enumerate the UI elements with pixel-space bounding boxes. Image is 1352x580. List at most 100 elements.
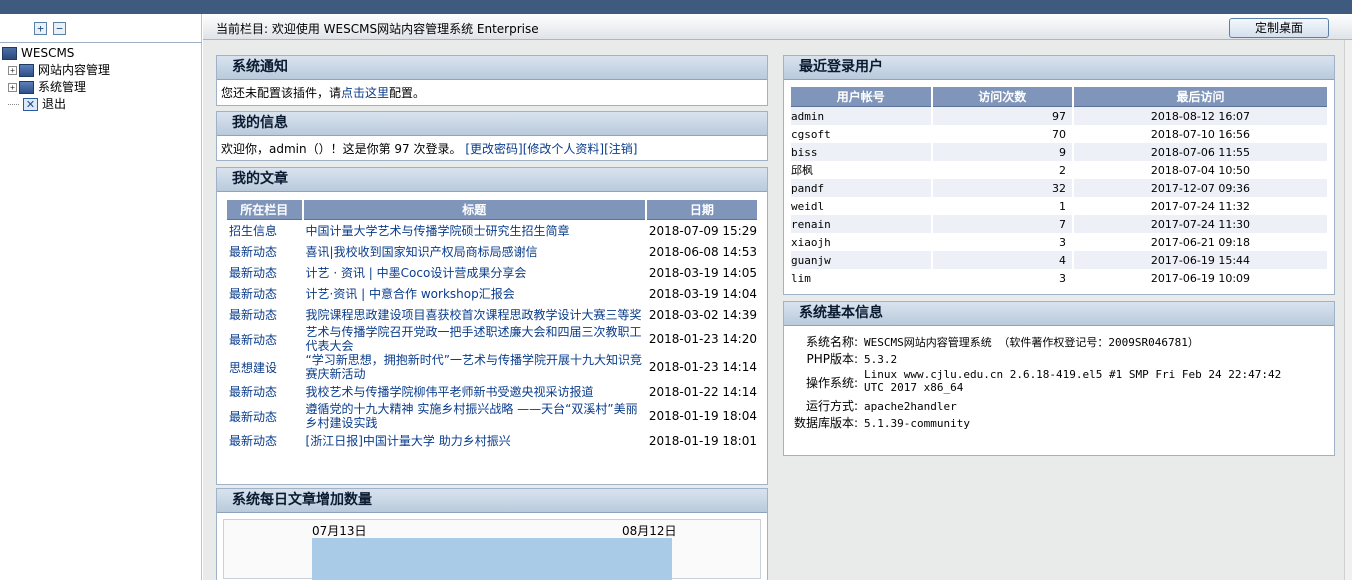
- table-row: cgsoft 70 2018-07-10 16:56: [791, 125, 1327, 143]
- last-visit: 2017-06-21 09:18: [1150, 235, 1251, 249]
- last-visit: 2018-07-04 10:50: [1150, 163, 1251, 177]
- last-visit: 2017-06-19 10:09: [1150, 271, 1251, 285]
- column-header: 所在栏目: [227, 200, 302, 220]
- column-header: 标题: [303, 200, 645, 220]
- folder-icon: [19, 81, 34, 94]
- sidebar-item-content[interactable]: + 网站内容管理: [2, 62, 110, 79]
- articles-table-wrap: 所在栏目 标题 日期 招生信息 中国计量大学艺术与传播学院硕士研究生招生简章 201…: [217, 192, 767, 451]
- info-key: 操作系统:: [805, 376, 858, 390]
- article-title[interactable]: 计艺·资讯 | 中意合作 workshop汇报会: [304, 283, 645, 304]
- panel-title: 我的信息: [217, 112, 767, 136]
- tree-root[interactable]: WESCMS: [2, 45, 110, 62]
- article-category[interactable]: 最新动态: [227, 262, 302, 283]
- last-visit: 2017-07-24 11:30: [1073, 215, 1327, 233]
- user-account: guanjw: [791, 251, 931, 269]
- article-category[interactable]: 招生信息: [227, 220, 302, 241]
- breadcrumb: 当前栏目: 欢迎使用 WESCMS网站内容管理系统 Enterprise: [216, 22, 539, 36]
- article-date: 2018-03-02 14:39: [648, 307, 757, 322]
- change-password-link[interactable]: [更改密码]: [465, 142, 522, 156]
- info-key: 运行方式:: [805, 399, 858, 413]
- expand-icon[interactable]: +: [8, 66, 17, 75]
- info-value: 5.1.39-community: [864, 417, 970, 430]
- article-category[interactable]: 最新动态: [227, 304, 302, 325]
- sidebar-item-system[interactable]: + 系统管理: [2, 79, 110, 96]
- article-category[interactable]: 最新动态: [227, 283, 302, 304]
- daily-chart: 07月13日 08月12日: [223, 519, 761, 580]
- panel-title: 系统每日文章增加数量: [217, 489, 767, 513]
- article-title[interactable]: “学习新思想，拥抱新时代”一艺术与传播学院开展十九大知识竞赛庆新活动: [304, 353, 645, 381]
- users-tbody: admin 97 2018-08-12 16:07 cgsoft 70 2018-07-1…: [791, 107, 1327, 287]
- visit-count: 3: [1058, 235, 1066, 249]
- article-category[interactable]: 最新动态: [227, 325, 302, 353]
- edit-profile-link[interactable]: [修改个人资料]: [523, 142, 604, 156]
- table-row: 最新动态 [浙江日报]中国计量大学 助力乡村振兴 2018-01-19 18:01: [227, 430, 757, 451]
- customize-desktop-button[interactable]: 定制桌面: [1229, 18, 1329, 38]
- info-row: PHP版本: 5.3.2: [788, 351, 1330, 368]
- scrollbar[interactable]: [1344, 40, 1352, 580]
- users-table: 用户帐号 访问次数 最后访问 admin 97 2018-08-12 16:07 cg…: [789, 87, 1329, 287]
- chart-area: [312, 538, 672, 580]
- article-date: 2018-01-23 14:20: [648, 332, 757, 346]
- info-row: 操作系统: Linux www.cjlu.edu.cn 2.6.18-419.el…: [788, 368, 1330, 398]
- visit-count: 32: [932, 179, 1072, 197]
- table-row: 最新动态 遵循党的十九大精神 实施乡村振兴战略 ——天台“双溪村”美丽乡村建设实践…: [227, 402, 757, 430]
- notice-text-end: 配置。: [389, 86, 426, 100]
- info-row: 数据库版本: 5.1.39-community: [788, 415, 1330, 432]
- table-row: pandf 32 2017-12-07 09:36: [791, 179, 1327, 197]
- info-value: Linux www.cjlu.edu.cn 2.6.18-419.el5 #1 …: [864, 368, 1282, 394]
- collapse-all-icon[interactable]: −: [53, 22, 66, 35]
- table-row: weidl 1 2017-07-24 11:32: [791, 197, 1327, 215]
- user-account: pandf: [791, 179, 931, 197]
- article-title[interactable]: 计艺 · 资讯 | 中墨Coco设计营成果分享会: [304, 262, 645, 283]
- expand-icon[interactable]: +: [8, 83, 17, 92]
- welcome-text: 欢迎你，admin（）！这是你第 97 次登录。: [221, 142, 462, 156]
- info-key: PHP版本:: [806, 352, 858, 366]
- users-table-wrap: 用户帐号 访问次数 最后访问 admin 97 2018-08-12 16:07 cg…: [784, 80, 1334, 287]
- article-date: 2018-01-23 14:14: [648, 360, 757, 374]
- sidebar-item-logout[interactable]: ✕ 退出: [2, 96, 110, 113]
- expand-all-icon[interactable]: +: [34, 22, 47, 35]
- article-title[interactable]: 中国计量大学艺术与传播学院硕士研究生招生简章: [304, 220, 645, 241]
- exit-icon: ✕: [23, 98, 38, 111]
- column-header: 用户帐号: [791, 87, 931, 107]
- info-row: 运行方式: apache2handler: [788, 398, 1330, 415]
- article-date: 2018-07-09 15:29: [648, 223, 757, 238]
- article-category[interactable]: 思想建设: [227, 353, 302, 381]
- info-key: 系统名称:: [805, 335, 858, 349]
- article-title[interactable]: 艺术与传播学院召开党政一把手述职述廉大会和四届三次教职工代表大会: [304, 325, 645, 353]
- notice-panel: 系统通知 您还未配置该插件，请点击这里配置。: [216, 55, 768, 106]
- article-date: 2018-03-19 14:04: [648, 286, 757, 301]
- config-link[interactable]: 点击这里: [341, 86, 389, 100]
- column-header: 最后访问: [1073, 87, 1327, 107]
- article-title[interactable]: 喜讯|我校收到国家知识产权局商标局感谢信: [304, 241, 645, 262]
- article-category[interactable]: 最新动态: [227, 430, 302, 451]
- sysinfo-panel: 系统基本信息 系统名称: WESCMS网站内容管理系统 （软件著作权登记号：200…: [783, 301, 1335, 456]
- last-visit: 2018-07-10 16:56: [1150, 127, 1251, 141]
- article-category[interactable]: 最新动态: [227, 241, 302, 262]
- articles-tbody: 招生信息 中国计量大学艺术与传播学院硕士研究生招生简章 2018-07-09 15:…: [227, 220, 757, 451]
- table-row: 招生信息 中国计量大学艺术与传播学院硕士研究生招生简章 2018-07-09 15:…: [227, 220, 757, 241]
- table-row: 最新动态 计艺·资讯 | 中意合作 workshop汇报会 2018-03-19 1…: [227, 283, 757, 304]
- table-row: renain 7 2017-07-24 11:30: [791, 215, 1327, 233]
- article-date: 2018-01-19 18:04: [648, 409, 757, 423]
- visit-count: 70: [1051, 127, 1066, 141]
- sidebar-item-label: 系统管理: [38, 80, 87, 94]
- last-visit: 2017-07-24 11:32: [1150, 199, 1251, 213]
- daily-chart-panel: 系统每日文章增加数量 07月13日 08月12日: [216, 488, 768, 580]
- logout-link[interactable]: [注销]: [604, 142, 637, 156]
- article-title[interactable]: 我校艺术与传播学院柳伟平老师新书受邀央视采访报道: [304, 381, 645, 402]
- article-category[interactable]: 最新动态: [227, 381, 302, 402]
- table-row: 最新动态 我院课程思政建设项目喜获校首次课程思政教学设计大赛三等奖 2018-03-…: [227, 304, 757, 325]
- user-account: biss: [791, 143, 931, 161]
- user-account: 邱枫: [791, 164, 813, 177]
- article-title[interactable]: [浙江日报]中国计量大学 助力乡村振兴: [304, 430, 645, 451]
- notice-text: 您还未配置该插件，请: [221, 86, 342, 100]
- table-row: 邱枫 2 2018-07-04 10:50: [791, 161, 1327, 179]
- visit-count: 7: [932, 215, 1072, 233]
- folder-icon: [19, 64, 34, 77]
- article-category[interactable]: 最新动态: [227, 402, 302, 430]
- article-title[interactable]: 遵循党的十九大精神 实施乡村振兴战略 ——天台“双溪村”美丽乡村建设实践: [304, 402, 645, 430]
- sysinfo-body: 系统名称: WESCMS网站内容管理系统 （软件著作权登记号：2009SR0467…: [784, 326, 1334, 432]
- column-header: 日期: [646, 200, 757, 220]
- article-title[interactable]: 我院课程思政建设项目喜获校首次课程思政教学设计大赛三等奖: [304, 304, 645, 325]
